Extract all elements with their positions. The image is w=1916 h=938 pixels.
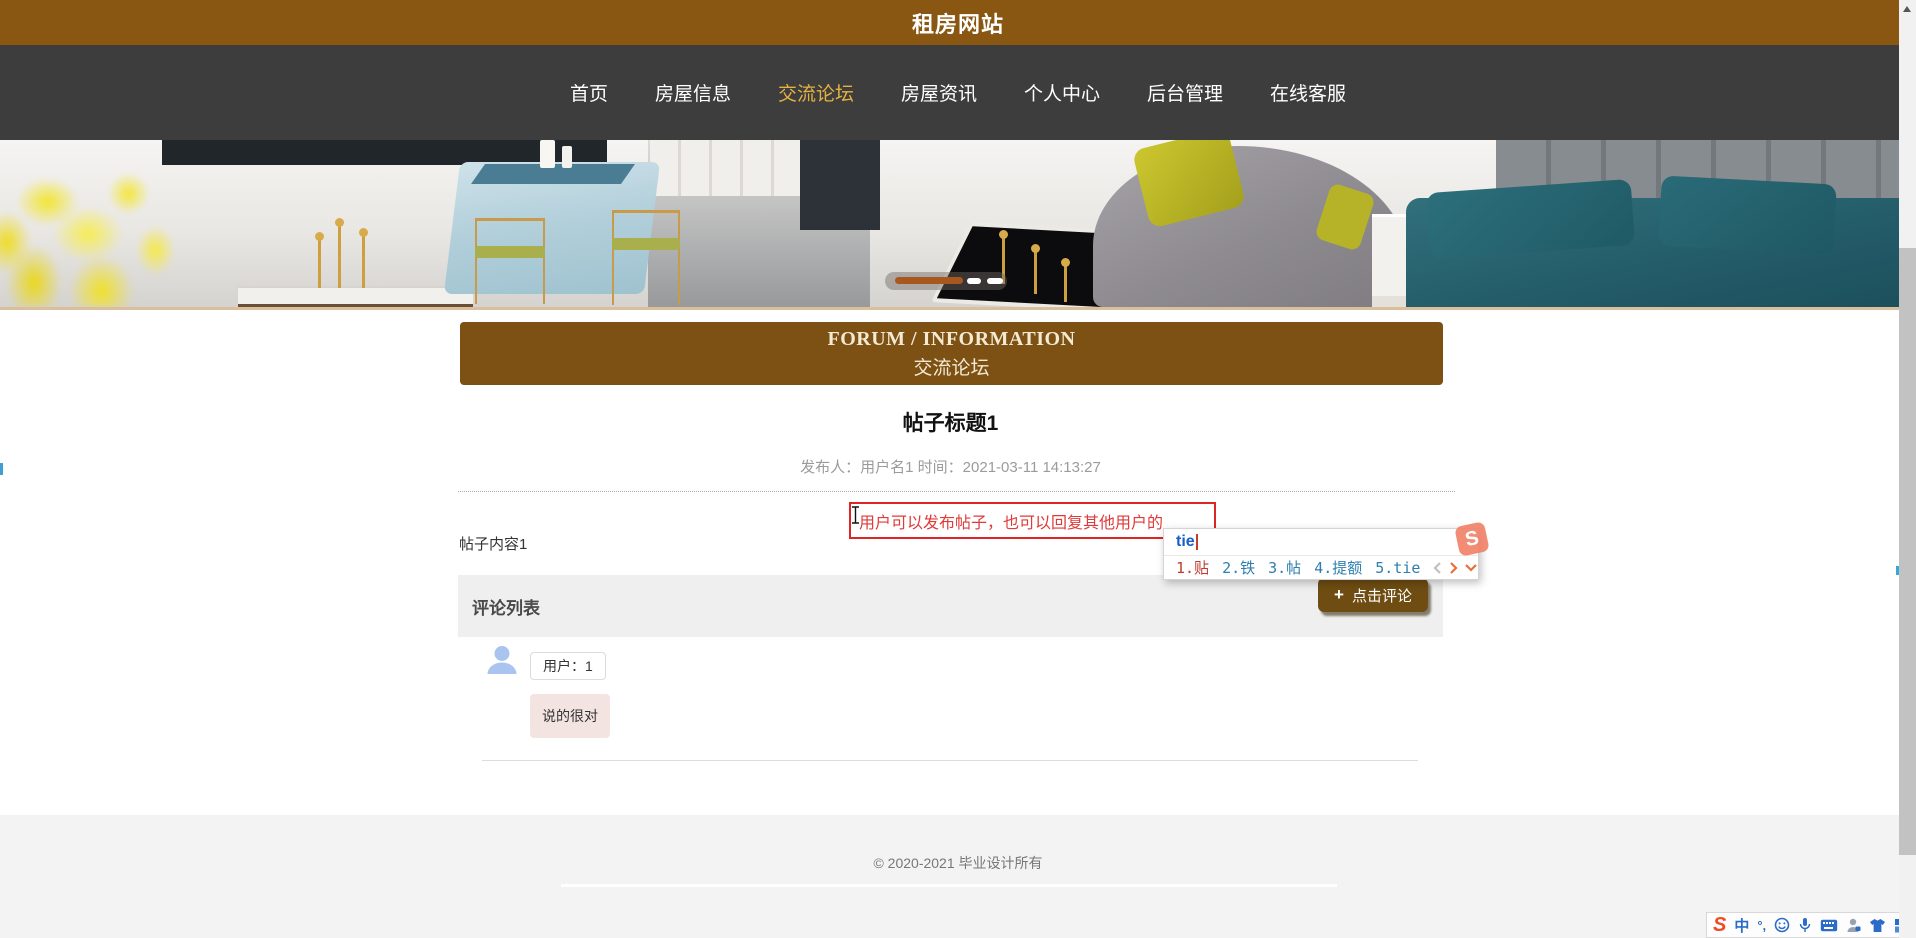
ime-next-page-icon[interactable] (1449, 561, 1458, 574)
footer-divider (561, 884, 1337, 887)
comment-input[interactable]: 用户可以发布帖子，也可以回复其他用户的 (849, 502, 1216, 539)
hero-candlestick-shape (359, 228, 368, 288)
hero-candlestick-shape (1031, 244, 1040, 294)
main-nav: 首页 房屋信息 交流论坛 房屋资讯 个人中心 后台管理 在线客服 (0, 45, 1916, 140)
hero-flowers-shape (0, 145, 250, 307)
ime-input-text: tie (1176, 533, 1195, 550)
copyright-text: © 2020-2021 毕业设计所有 (873, 855, 1043, 871)
hero-candlestick-shape (335, 218, 344, 288)
ime-popup: tie 1.贴 2.铁 3.帖 4.提额 5.tie S (1163, 521, 1490, 580)
hero-chair-shape (612, 210, 680, 305)
comments-header: 评论列表 (458, 575, 1443, 637)
sogou-logo-icon: S (1454, 521, 1490, 557)
user-avatar-icon (484, 641, 520, 677)
hero-cabinets-shape (650, 140, 802, 196)
ime-candidate-5[interactable]: 5.tie (1375, 559, 1420, 577)
ime-candidate-4[interactable]: 4.提额 (1314, 557, 1362, 578)
hero-carousel-image (0, 140, 1916, 310)
comment-text: 说的很对 (530, 694, 610, 738)
header-bar: 租房网站 (0, 0, 1916, 45)
ime-candidate-2[interactable]: 2.铁 (1222, 557, 1255, 578)
comment-input-text: 用户可以发布帖子，也可以回复其他用户的 (859, 514, 1164, 532)
ime-mode-chinese[interactable]: 中 (1734, 915, 1749, 936)
ime-candidate-3[interactable]: 3.帖 (1268, 557, 1301, 578)
comment-username: 用户：1 (530, 652, 606, 680)
text-cursor-icon (852, 506, 859, 524)
hero-chair-shape (475, 218, 545, 304)
skin-icon[interactable] (1869, 918, 1886, 933)
comment-divider (482, 760, 1418, 761)
hero-console-shape (238, 286, 473, 307)
nav-item-admin[interactable]: 后台管理 (1147, 79, 1223, 106)
section-divider (458, 491, 1455, 492)
nav-item-housing-news[interactable]: 房屋资讯 (901, 79, 977, 106)
add-comment-button[interactable]: + 点击评论 (1318, 578, 1428, 612)
plus-icon: + (1334, 585, 1344, 604)
ime-toolbar: S 中 °, (1706, 912, 1916, 938)
punctuation-icon[interactable]: °, (1757, 918, 1766, 933)
ime-candidate-1[interactable]: 1.贴 (1176, 557, 1209, 578)
scrollbar[interactable] (1896, 0, 1916, 938)
ime-expand-icon[interactable] (1465, 563, 1478, 572)
hero-vase-shape (562, 146, 572, 168)
microphone-icon[interactable] (1798, 917, 1812, 933)
edge-artifact (0, 463, 3, 475)
ime-caret (1195, 534, 1198, 550)
carousel-indicator-active[interactable] (895, 277, 963, 284)
nav-item-online-service[interactable]: 在线客服 (1270, 79, 1346, 106)
carousel-indicator[interactable] (987, 278, 1003, 284)
hero-candlestick-shape (315, 232, 324, 288)
hero-candlestick-shape (1061, 258, 1070, 302)
ime-composition-row: tie (1164, 529, 1478, 556)
carousel-indicator[interactable] (967, 278, 981, 284)
hero-bed-pillow-shape (1658, 175, 1837, 255)
post-meta: 发布人：用户名1 时间：2021-03-11 14:13:27 (800, 459, 1101, 476)
account-icon[interactable] (1846, 917, 1861, 933)
page: 租房网站 首页 房屋信息 交流论坛 房屋资讯 个人中心 后台管理 在线客服 FO… (0, 0, 1916, 938)
keyboard-icon[interactable] (1820, 919, 1838, 932)
nav-item-forum[interactable]: 交流论坛 (778, 79, 854, 106)
add-comment-label: 点击评论 (1351, 587, 1412, 605)
sogou-logo-icon[interactable]: S (1713, 915, 1726, 935)
nav-item-personal-center[interactable]: 个人中心 (1024, 79, 1100, 106)
ime-prev-page-icon[interactable] (1433, 561, 1442, 574)
ime-candidates-row: 1.贴 2.铁 3.帖 4.提额 5.tie (1164, 556, 1478, 579)
hero-vase-shape (540, 140, 555, 168)
section-banner: FORUM / INFORMATION 交流论坛 (460, 322, 1443, 385)
post-title: 帖子标题1 (902, 412, 999, 435)
section-banner-title-zh: 交流论坛 (913, 357, 990, 379)
page-title: 租房网站 (911, 11, 1004, 37)
footer: © 2020-2021 毕业设计所有 (0, 815, 1916, 938)
emoji-icon[interactable] (1774, 917, 1790, 933)
nav-item-housing-info[interactable]: 房屋信息 (655, 79, 731, 106)
hero-doorway-shape (800, 140, 880, 230)
scrollbar-thumb[interactable] (1899, 248, 1916, 855)
section-banner-title-en: FORUM / INFORMATION (827, 327, 1076, 350)
scroll-marker (1896, 566, 1899, 575)
nav-item-home[interactable]: 首页 (570, 79, 608, 106)
comments-title: 评论列表 (472, 598, 540, 618)
scrollbar-up-icon[interactable] (1903, 6, 1911, 12)
post-content: 帖子内容1 (459, 536, 528, 553)
